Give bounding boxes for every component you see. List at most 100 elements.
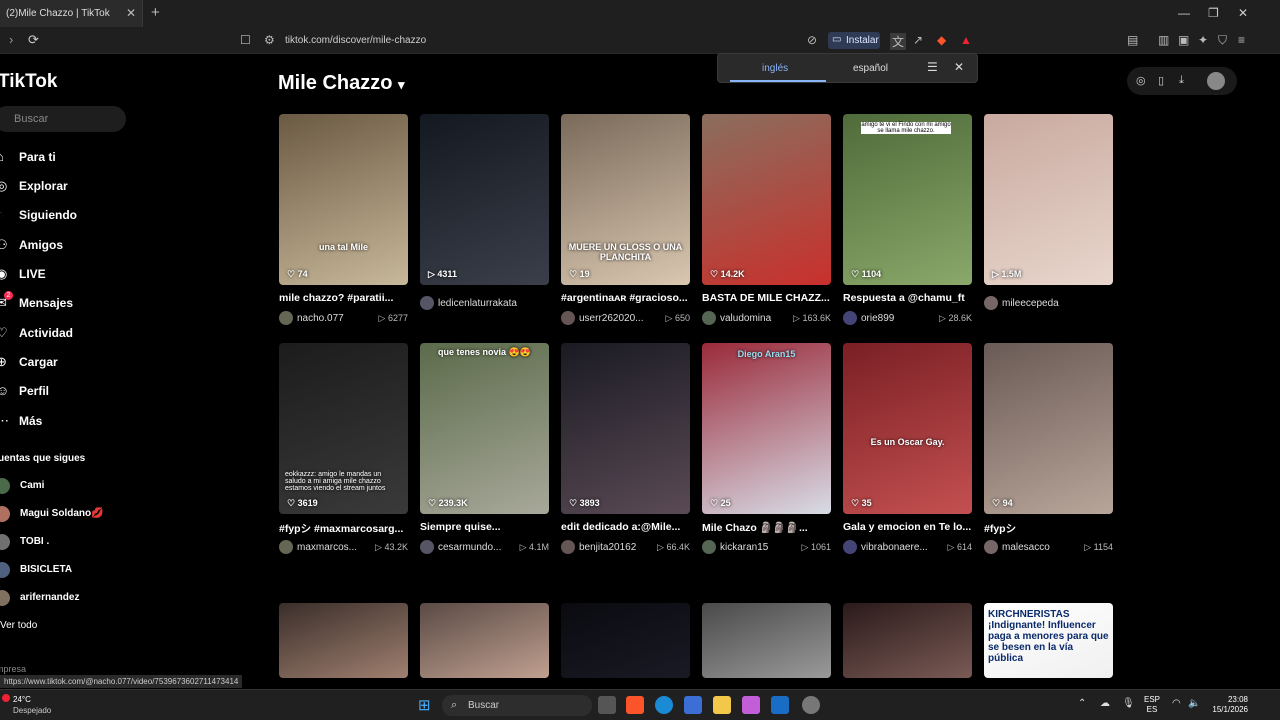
brave-app-icon[interactable]: [626, 696, 644, 714]
sidebar-item-m-s[interactable]: ⋯ Más: [0, 411, 130, 433]
sidebar-item-cargar[interactable]: ⊕ Cargar: [0, 352, 130, 374]
video-author-row[interactable]: vibrabonaere... ▷ 614: [843, 540, 972, 556]
video-thumbnail[interactable]: ♡ 3893: [561, 343, 690, 514]
see-all-link[interactable]: Ver todo: [0, 620, 37, 631]
sidebar-item-mensajes[interactable]: ✉ 2 Mensajes: [0, 291, 130, 315]
tiktok-logo[interactable]: TikTok: [0, 71, 57, 93]
lang-option-spanish[interactable]: español: [853, 63, 888, 74]
video-thumbnail[interactable]: eokkazzz: amigo le mandas un saludo a mi…: [279, 343, 408, 514]
sidebar-item-siguiendo[interactable]: ◐ Siguiendo: [0, 205, 130, 227]
video-thumbnail[interactable]: ♡ 94: [984, 343, 1113, 514]
video-author-row[interactable]: kickaran15 ▷ 1061: [702, 540, 831, 556]
video-author-row[interactable]: ledicenlaturrakata: [420, 296, 549, 312]
weather-temp[interactable]: 24°C: [13, 695, 31, 704]
video-description[interactable]: BASTA DE MILE CHAZZ...: [702, 292, 831, 304]
video-description[interactable]: Gala y emocion en Te lo...: [843, 521, 972, 533]
video-thumbnail[interactable]: amigo te vi el Findo con mi amigo se lla…: [843, 114, 972, 285]
sidebar-item-amigos[interactable]: ⚇ Amigos: [0, 235, 130, 257]
company-link[interactable]: mpresa: [0, 664, 26, 674]
new-tab-button[interactable]: +: [151, 4, 160, 21]
windows-start-icon[interactable]: ⊞: [418, 696, 436, 714]
video-author-row[interactable]: valudomina ▷ 163.6K: [702, 311, 831, 327]
sidebar-item-live[interactable]: ◉ LIVE: [0, 264, 130, 286]
video-author-row[interactable]: mileecepeda: [984, 296, 1113, 312]
video-author-row[interactable]: orie899 ▷ 28.6K: [843, 311, 972, 327]
input-language[interactable]: ESP ES: [1144, 695, 1160, 715]
video-thumbnail[interactable]: [843, 603, 972, 678]
volume-icon[interactable]: 🔈: [1188, 698, 1200, 709]
sidebar-item-explorar[interactable]: ◎ Explorar: [0, 176, 130, 198]
minimize-button[interactable]: —: [1178, 6, 1190, 20]
download-icon[interactable]: ⤓: [1179, 74, 1184, 87]
tab-close-icon[interactable]: ✕: [126, 6, 136, 20]
store-app-icon[interactable]: [684, 696, 702, 714]
translate-menu-icon[interactable]: ☰: [927, 60, 938, 74]
wifi-icon[interactable]: ◠: [1172, 698, 1181, 709]
video-thumbnail[interactable]: [561, 603, 690, 678]
device-icon[interactable]: ▯: [1158, 74, 1164, 87]
video-description[interactable]: #fypシ #maxmarcosarg...: [279, 521, 408, 536]
settings-app-icon[interactable]: [802, 696, 820, 714]
video-author-row[interactable]: benjita20162 ▷ 66.4K: [561, 540, 690, 556]
bookmark-icon[interactable]: ☐: [240, 33, 251, 47]
wallet-icon[interactable]: ▣: [1178, 33, 1189, 47]
install-app-button[interactable]: ▭ Instalar: [828, 32, 880, 49]
brave-shield-icon[interactable]: ◆: [937, 33, 946, 47]
video-thumbnail[interactable]: KIRCHNERISTAS ¡Indignante! Influencer pa…: [984, 603, 1113, 678]
browser-tab[interactable]: (2)Mile Chazzo | TikTok ✕: [0, 0, 143, 27]
edge-app-icon[interactable]: [655, 696, 673, 714]
video-thumbnail[interactable]: Diego Aran15 ♡ 25: [702, 343, 831, 514]
video-thumbnail[interactable]: ▷ 4311: [420, 114, 549, 285]
video-thumbnail[interactable]: MUERE UN GLOSS O UNA PLANCHITA ♡ 19: [561, 114, 690, 285]
share-icon[interactable]: ↗: [913, 33, 923, 47]
following-item[interactable]: Cami: [0, 477, 130, 495]
video-description[interactable]: #argentinaᴀʀ #gracioso...: [561, 292, 690, 304]
video-description[interactable]: Siempre quise...: [420, 521, 549, 533]
translate-icon[interactable]: 文: [890, 33, 907, 50]
video-thumbnail[interactable]: Es un Oscar Gay. ♡ 35: [843, 343, 972, 514]
video-thumbnail[interactable]: [420, 603, 549, 678]
video-thumbnail[interactable]: [279, 603, 408, 678]
onedrive-icon[interactable]: ☁: [1100, 698, 1110, 709]
video-thumbnail[interactable]: ♡ 14.2K: [702, 114, 831, 285]
avatar[interactable]: [1207, 72, 1225, 90]
video-author-row[interactable]: cesarmundo... ▷ 4.1M: [420, 540, 549, 556]
outlook-app-icon[interactable]: [771, 696, 789, 714]
forward-icon[interactable]: ›: [9, 32, 13, 47]
following-item[interactable]: arifernandez: [0, 589, 130, 607]
video-description[interactable]: mile chazzo? #paratii...: [279, 292, 408, 304]
video-author-row[interactable]: nacho.077 ▷ 6277: [279, 311, 408, 327]
cast-off-icon[interactable]: ⊘: [807, 33, 817, 47]
copilot-app-icon[interactable]: [742, 696, 760, 714]
tray-expand-icon[interactable]: ⌃: [1078, 698, 1086, 709]
translate-close-icon[interactable]: ✕: [954, 60, 964, 74]
coins-icon[interactable]: ◎: [1136, 74, 1146, 87]
taskbar-search[interactable]: ⌕ Buscar: [442, 695, 592, 716]
lang-option-english[interactable]: inglés: [762, 63, 788, 74]
extensions-icon[interactable]: ✦: [1198, 33, 1208, 47]
video-thumbnail[interactable]: una tal Mile ♡ 74: [279, 114, 408, 285]
vpn-icon[interactable]: ⛉: [1218, 33, 1227, 48]
sidebar-toggle-icon[interactable]: ▤: [1127, 33, 1138, 47]
video-thumbnail[interactable]: [702, 603, 831, 678]
page-title[interactable]: Mile Chazzo ▾: [278, 72, 405, 95]
following-item[interactable]: Magui Soldano💋: [0, 505, 130, 523]
clock[interactable]: 23:08 15/1/2026: [1208, 695, 1248, 715]
video-description[interactable]: edit dedicado a:@Mile...: [561, 521, 690, 533]
following-item[interactable]: TOBI .: [0, 533, 130, 551]
sidebar-item-para-ti[interactable]: ⌂ Para ti: [0, 147, 130, 169]
task-view-icon[interactable]: [598, 696, 616, 714]
url-field[interactable]: tiktok.com/discover/mile-chazzo: [285, 35, 426, 46]
video-author-row[interactable]: malesacco ▷ 1154: [984, 540, 1113, 556]
sidebar-item-perfil[interactable]: ☺ Perfil: [0, 381, 130, 403]
video-description[interactable]: Respuesta a @chamu_ft: [843, 292, 972, 304]
video-author-row[interactable]: maxmarcos... ▷ 43.2K: [279, 540, 408, 556]
rewards-icon[interactable]: ▲: [960, 33, 972, 47]
close-window-button[interactable]: ✕: [1238, 6, 1248, 20]
following-item[interactable]: BISICLETA: [0, 561, 130, 579]
video-author-row[interactable]: userr262020... ▷ 650: [561, 311, 690, 327]
panel-icon[interactable]: ▥: [1158, 33, 1169, 47]
menu-icon[interactable]: ≡: [1238, 33, 1245, 47]
video-description[interactable]: #fypシ: [984, 521, 1113, 536]
video-thumbnail[interactable]: que tenes novia 😍😍 ♡ 239.3K: [420, 343, 549, 514]
